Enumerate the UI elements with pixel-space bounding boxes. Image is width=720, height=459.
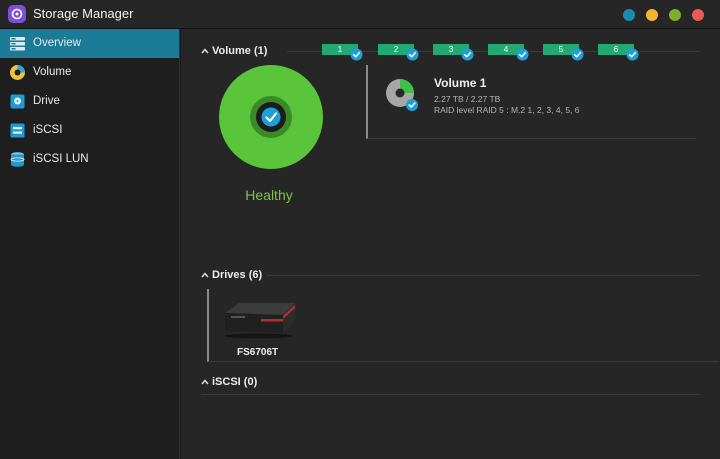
drive-slot[interactable]: 2 <box>378 44 419 61</box>
sidebar-item-overview[interactable]: Overview <box>0 29 179 58</box>
storage-manager-app-icon <box>8 5 26 23</box>
sidebar-item-label: Volume <box>33 66 72 78</box>
title-bar: Storage Manager <box>0 0 720 29</box>
drives-section-header[interactable]: Drives (6) <box>212 269 262 281</box>
check-icon <box>571 48 584 61</box>
nas-device-image <box>225 303 295 339</box>
iscsi-lun-icon <box>10 152 25 167</box>
check-icon <box>261 107 281 127</box>
check-icon <box>626 48 639 61</box>
chevron-up-icon[interactable] <box>201 47 209 55</box>
volume-name[interactable]: Volume 1 <box>434 76 486 90</box>
section-divider <box>267 275 700 276</box>
sidebar: Overview Volume Drive iSCSI iSCSI LUN <box>0 29 180 459</box>
sidebar-item-label: iSCSI <box>33 124 63 136</box>
drive-slot[interactable]: 5 <box>543 44 584 61</box>
check-icon <box>350 48 363 61</box>
iscsi-icon <box>10 123 25 138</box>
volume-icon <box>10 65 25 80</box>
window-dot-teal[interactable] <box>623 9 635 21</box>
sidebar-item-drive[interactable]: Drive <box>0 87 179 116</box>
drive-enclosure-card[interactable]: FS6706T <box>207 289 719 362</box>
sidebar-item-label: Overview <box>33 37 81 49</box>
drive-slot[interactable]: 3 <box>433 44 474 61</box>
sidebar-item-iscsi[interactable]: iSCSI <box>0 116 179 145</box>
check-icon <box>406 48 419 61</box>
drive-slot[interactable]: 6 <box>598 44 639 61</box>
overview-icon <box>10 37 25 51</box>
volume-section-header[interactable]: Volume (1) <box>212 45 267 57</box>
check-icon <box>516 48 529 61</box>
drive-icon <box>10 94 25 109</box>
check-icon <box>461 48 474 61</box>
volume-capacity: 2.27 TB / 2.27 TB <box>434 94 501 104</box>
window-dot-yellow[interactable] <box>646 9 658 21</box>
sidebar-item-label: iSCSI LUN <box>33 153 89 165</box>
volume-raid-info: RAID level RAID 5 : M.2 1, 2, 3, 4, 5, 6 <box>434 105 580 115</box>
sidebar-item-iscsi-lun[interactable]: iSCSI LUN <box>0 145 179 174</box>
volume-card[interactable]: Volume 1 2.27 TB / 2.27 TB RAID level RA… <box>366 65 696 139</box>
chevron-up-icon[interactable] <box>201 271 209 279</box>
app-title: Storage Manager <box>33 6 134 21</box>
volume-disk-icon <box>386 79 418 111</box>
drive-slot[interactable]: 4 <box>488 44 529 61</box>
volume-health-ring <box>219 65 323 169</box>
section-divider <box>201 394 700 395</box>
main-panel: Volume (1) Healthy Volume 1 2.27 TB / 2.… <box>181 29 720 459</box>
window-dot-red[interactable] <box>692 9 704 21</box>
drive-model-label: FS6706T <box>237 347 279 358</box>
health-status: Healthy <box>245 187 293 203</box>
chevron-up-icon[interactable] <box>201 378 209 386</box>
drive-slot[interactable]: 1 <box>322 44 363 61</box>
sidebar-item-label: Drive <box>33 95 60 107</box>
window-dot-green[interactable] <box>669 9 681 21</box>
iscsi-section-header[interactable]: iSCSI (0) <box>212 376 257 388</box>
sidebar-item-volume[interactable]: Volume <box>0 58 179 87</box>
